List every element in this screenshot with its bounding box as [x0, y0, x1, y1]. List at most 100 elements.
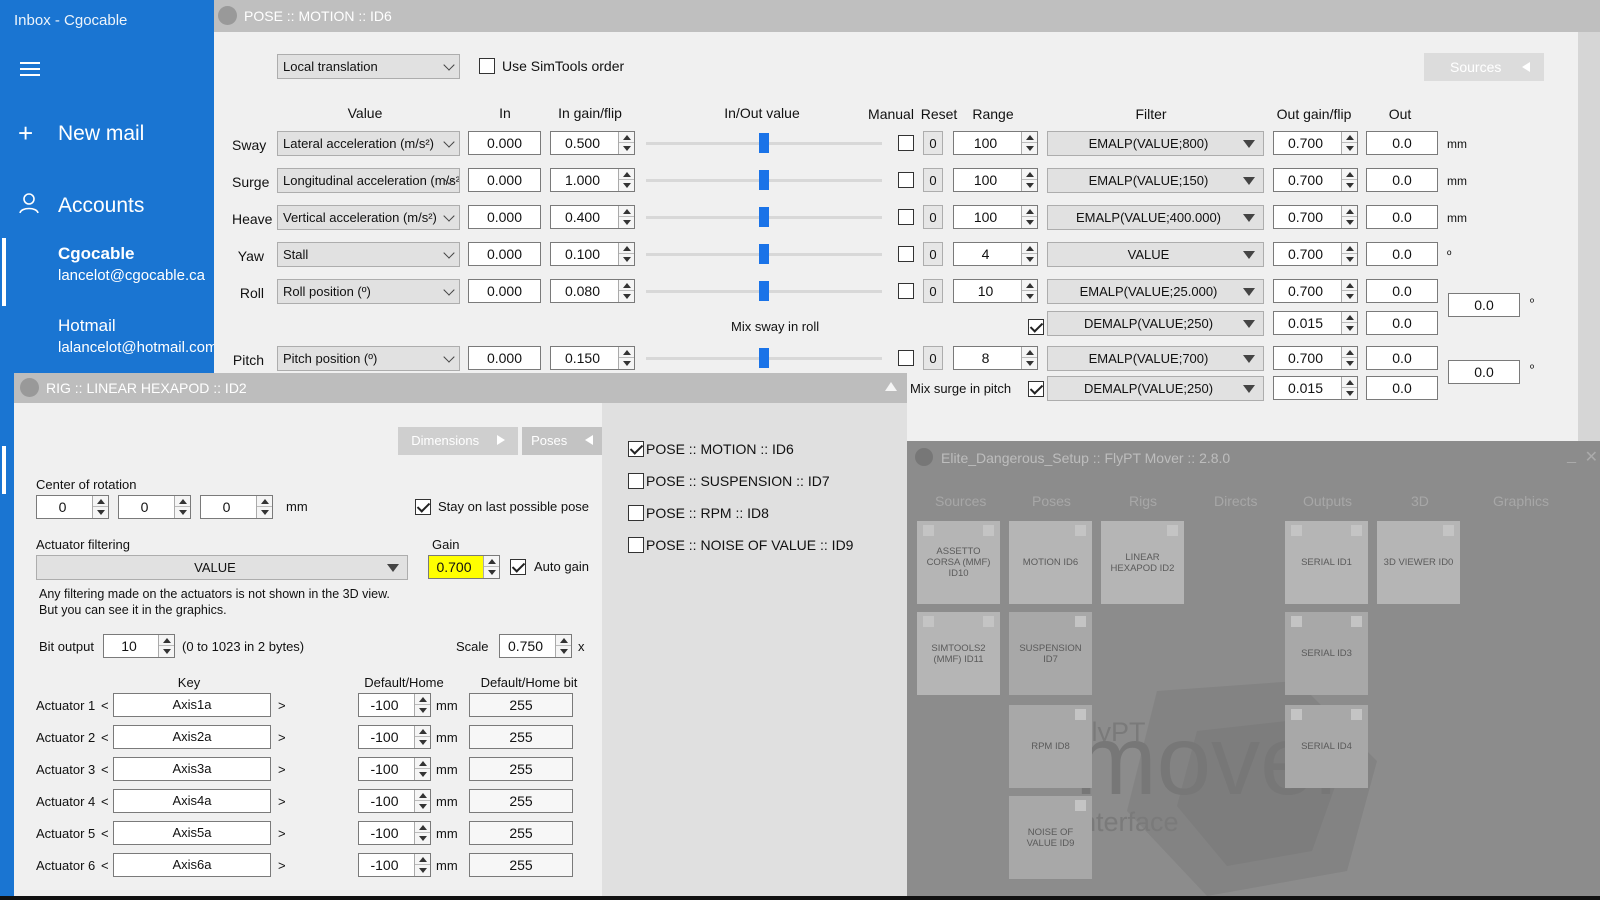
tile-3d-viewer[interactable]: 3D VIEWER ID0 [1377, 521, 1460, 604]
spinner-arrows-icon[interactable] [1021, 280, 1037, 302]
spinner-arrows-icon[interactable] [414, 694, 430, 716]
tab-poses[interactable]: Poses [1032, 493, 1071, 509]
roll-range[interactable]: 10 [953, 279, 1038, 303]
actuator-key-field[interactable]: Axis1a [113, 693, 271, 717]
spinner-arrows-icon[interactable] [618, 132, 634, 154]
tile-toggle-right[interactable] [983, 525, 994, 536]
heave-in-gain[interactable]: 0.400 [550, 205, 635, 229]
spinner-arrows-icon[interactable] [1021, 243, 1037, 265]
yaw-reset-button[interactable]: 0 [923, 242, 943, 266]
pitch-manual-checkbox[interactable] [898, 350, 914, 366]
roll-inout-slider[interactable] [646, 279, 882, 303]
center-z-field[interactable]: 0 [200, 495, 273, 519]
heave-out-gain[interactable]: 0.700 [1273, 205, 1358, 229]
spinner-arrows-icon[interactable] [1341, 280, 1357, 302]
spinner-arrows-icon[interactable] [414, 854, 430, 876]
spinner-arrows-icon[interactable] [414, 822, 430, 844]
tile-toggle-left[interactable] [923, 616, 934, 627]
spinner-arrows-icon[interactable] [158, 635, 174, 657]
sources-button[interactable]: Sources [1424, 53, 1544, 81]
mix-sway-out-gain[interactable]: 0.015 [1273, 311, 1358, 335]
sway-out-gain[interactable]: 0.700 [1273, 131, 1358, 155]
mix-sway-filter-select[interactable]: DEMALP(VALUE;250) [1047, 311, 1264, 336]
tab-3d[interactable]: 3D [1411, 493, 1429, 509]
pose-window-titlebar[interactable]: POSE :: MOTION :: ID6 [214, 0, 1600, 32]
heave-value-select[interactable]: Vertical acceleration (m/s²) [277, 205, 460, 230]
roll-out-gain[interactable]: 0.700 [1273, 279, 1358, 303]
pitch-inout-slider[interactable] [646, 346, 882, 370]
scale-field[interactable]: 0.750 [499, 634, 572, 658]
roll-in-gain[interactable]: 0.080 [550, 279, 635, 303]
tab-directs[interactable]: Directs [1214, 493, 1258, 509]
tile-output-serial4[interactable]: SERIAL ID4 [1285, 705, 1368, 788]
spinner-arrows-icon[interactable] [618, 347, 634, 369]
actuator-key-field[interactable]: Axis5a [113, 821, 271, 845]
actuator-bit-field[interactable]: 255 [469, 853, 573, 877]
spinner-arrows-icon[interactable] [414, 790, 430, 812]
spinner-arrows-icon[interactable] [414, 726, 430, 748]
slider-thumb[interactable] [759, 244, 769, 264]
collapse-up-icon[interactable] [885, 382, 897, 391]
tile-rig-hexapod[interactable]: LINEAR HEXAPOD ID2 [1101, 521, 1184, 604]
spinner-arrows-icon[interactable] [92, 496, 108, 518]
slider-thumb[interactable] [759, 170, 769, 190]
tile-source-simtools[interactable]: SIMTOOLS2 (MMF) ID11 [917, 612, 1000, 695]
close-icon[interactable]: ✕ [1585, 447, 1598, 467]
account-item-hotmail[interactable]: Hotmail lalancelot@hotmail.com [58, 316, 214, 356]
spinner-arrows-icon[interactable] [1341, 206, 1357, 228]
actuator-bit-field[interactable]: 255 [469, 725, 573, 749]
slider-thumb[interactable] [759, 133, 769, 153]
spinner-arrows-icon[interactable] [618, 169, 634, 191]
tab-outputs[interactable]: Outputs [1303, 493, 1352, 509]
heave-inout-slider[interactable] [646, 205, 882, 229]
new-mail-button[interactable]: + New mail [18, 118, 144, 149]
spinner-arrows-icon[interactable] [1341, 132, 1357, 154]
tile-toggle-right[interactable] [1075, 525, 1086, 536]
account-item-cgocable[interactable]: Cgocable lancelot@cgocable.ca [58, 244, 205, 284]
spinner-arrows-icon[interactable] [1341, 377, 1357, 399]
tile-toggle-right[interactable] [1075, 709, 1086, 720]
center-y-field[interactable]: 0 [118, 495, 191, 519]
surge-reset-button[interactable]: 0 [923, 168, 943, 192]
stay-last-pose-checkbox[interactable] [415, 499, 431, 515]
actuator-default-field[interactable]: -100 [358, 693, 431, 717]
spinner-arrows-icon[interactable] [1021, 169, 1037, 191]
heave-manual-checkbox[interactable] [898, 209, 914, 225]
spinner-arrows-icon[interactable] [483, 556, 499, 578]
tile-toggle-right[interactable] [1351, 709, 1362, 720]
actuator-default-field[interactable]: -100 [358, 725, 431, 749]
yaw-value-select[interactable]: Stall [277, 242, 460, 267]
actuator-key-field[interactable]: Axis4a [113, 789, 271, 813]
actuator-bit-field[interactable]: 255 [469, 693, 573, 717]
tab-dimensions[interactable]: Dimensions [398, 427, 518, 455]
pose-checkbox[interactable] [628, 441, 644, 457]
surge-value-select[interactable]: Longitudinal acceleration (m/s²) [277, 168, 460, 193]
pitch-out-gain[interactable]: 0.700 [1273, 346, 1358, 370]
auto-gain-checkbox[interactable] [510, 559, 526, 575]
hamburger-menu-icon[interactable] [20, 62, 40, 76]
tile-pose-rpm[interactable]: RPM ID8 [1009, 705, 1092, 788]
surge-range[interactable]: 100 [953, 168, 1038, 192]
rig-window-titlebar[interactable]: RIG :: LINEAR HEXAPOD :: ID2 [14, 373, 907, 403]
spinner-arrows-icon[interactable] [618, 206, 634, 228]
tile-output-serial1[interactable]: SERIAL ID1 [1285, 521, 1368, 604]
tile-pose-suspension[interactable]: SUSPENSION ID7 [1009, 612, 1092, 695]
spinner-arrows-icon[interactable] [414, 758, 430, 780]
tile-toggle-left[interactable] [1291, 616, 1302, 627]
actuator-default-field[interactable]: -100 [358, 789, 431, 813]
yaw-out-gain[interactable]: 0.700 [1273, 242, 1358, 266]
roll-value-select[interactable]: Roll position (º) [277, 279, 460, 304]
slider-thumb[interactable] [759, 281, 769, 301]
heave-filter-select[interactable]: EMALP(VALUE;400.000) [1047, 205, 1264, 230]
actuator-default-field[interactable]: -100 [358, 853, 431, 877]
actuator-filter-select[interactable]: VALUE [36, 555, 408, 580]
yaw-inout-slider[interactable] [646, 242, 882, 266]
yaw-range[interactable]: 4 [953, 242, 1038, 266]
tile-toggle-right[interactable] [1351, 525, 1362, 536]
surge-manual-checkbox[interactable] [898, 172, 914, 188]
actuator-bit-field[interactable]: 255 [469, 821, 573, 845]
spinner-arrows-icon[interactable] [1341, 312, 1357, 334]
spinner-arrows-icon[interactable] [1341, 169, 1357, 191]
yaw-manual-checkbox[interactable] [898, 246, 914, 262]
spinner-arrows-icon[interactable] [555, 635, 571, 657]
